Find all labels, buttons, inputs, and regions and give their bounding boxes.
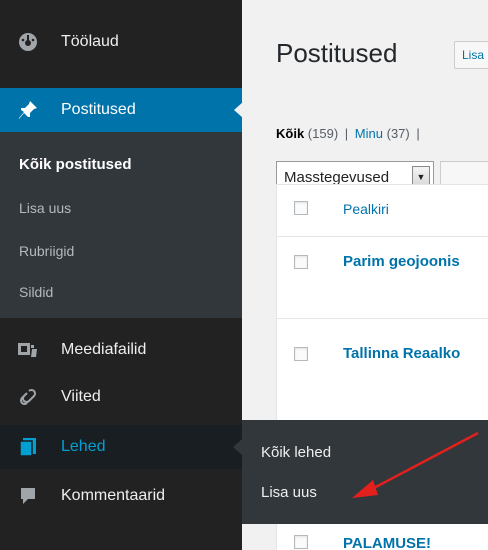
filter-all-count: (159) — [307, 126, 339, 141]
add-new-post-button[interactable]: Lisa uus — [454, 41, 488, 69]
filter-mine-count: (37) — [386, 126, 410, 141]
table-row: Tallinna Reaalko — [277, 319, 488, 429]
row-checkbox[interactable] — [294, 535, 308, 549]
pages-icon — [17, 436, 39, 458]
sidebar-item-label: Kommentaarid — [61, 487, 166, 504]
row-checkbox[interactable] — [294, 347, 308, 361]
column-header-title[interactable]: Pealkiri — [343, 201, 389, 217]
sidebar-item-label: Töölaud — [61, 33, 119, 50]
post-status-filters: Kõik (159) | Minu (37) | — [276, 126, 420, 141]
admin-sidebar: Töölaud Postitused Kõik postitused Lisa … — [0, 0, 243, 550]
sidebar-item-posts[interactable]: Postitused — [0, 88, 243, 132]
filter-all[interactable]: Kõik — [276, 126, 304, 141]
submenu-item-add-post[interactable]: Lisa uus — [19, 200, 71, 216]
link-icon — [17, 386, 39, 408]
filter-mine[interactable]: Minu — [355, 126, 383, 141]
sidebar-item-pages[interactable]: Lehed — [0, 425, 242, 469]
select-all-checkbox[interactable] — [294, 201, 308, 215]
sidebar-item-media[interactable]: Meediafailid — [0, 330, 242, 370]
flyout-item-add-page[interactable]: Lisa uus — [261, 484, 317, 501]
post-title-link[interactable]: PALAMUSE! — [343, 535, 431, 550]
pages-flyout-menu: Kõik lehed Lisa uus — [242, 420, 488, 524]
sidebar-item-label: Viited — [61, 388, 101, 405]
flyout-item-all-pages[interactable]: Kõik lehed — [261, 444, 331, 461]
post-title-link[interactable]: Parim geojoonis — [343, 253, 460, 270]
flyout-caret — [233, 439, 242, 455]
sidebar-item-comments[interactable]: Kommentaarid — [0, 476, 242, 516]
page-title: Postitused — [276, 38, 398, 68]
sidebar-item-links[interactable]: Viited — [0, 377, 242, 417]
sidebar-item-dashboard[interactable]: Töölaud — [0, 22, 242, 62]
filter-separator: | — [416, 126, 420, 141]
comment-icon — [17, 485, 39, 507]
sidebar-item-label: Lehed — [61, 438, 106, 455]
media-icon — [17, 339, 39, 361]
submenu-item-categories[interactable]: Rubriigid — [19, 243, 74, 259]
submenu-item-tags[interactable]: Sildid — [19, 284, 53, 300]
table-row: Parim geojoonis — [277, 237, 488, 319]
pin-icon — [17, 99, 39, 121]
dashboard-icon — [17, 31, 39, 53]
post-title-link[interactable]: Tallinna Reaalko — [343, 345, 460, 362]
row-checkbox[interactable] — [294, 255, 308, 269]
table-header-row: Pealkiri — [277, 185, 488, 237]
sidebar-item-label: Postitused — [61, 101, 136, 118]
sidebar-item-label: Meediafailid — [61, 341, 147, 358]
posts-submenu: Kõik postitused Lisa uus Rubriigid Sildi… — [0, 132, 242, 318]
submenu-item-all-posts[interactable]: Kõik postitused — [19, 156, 132, 173]
filter-separator: | — [344, 126, 349, 141]
